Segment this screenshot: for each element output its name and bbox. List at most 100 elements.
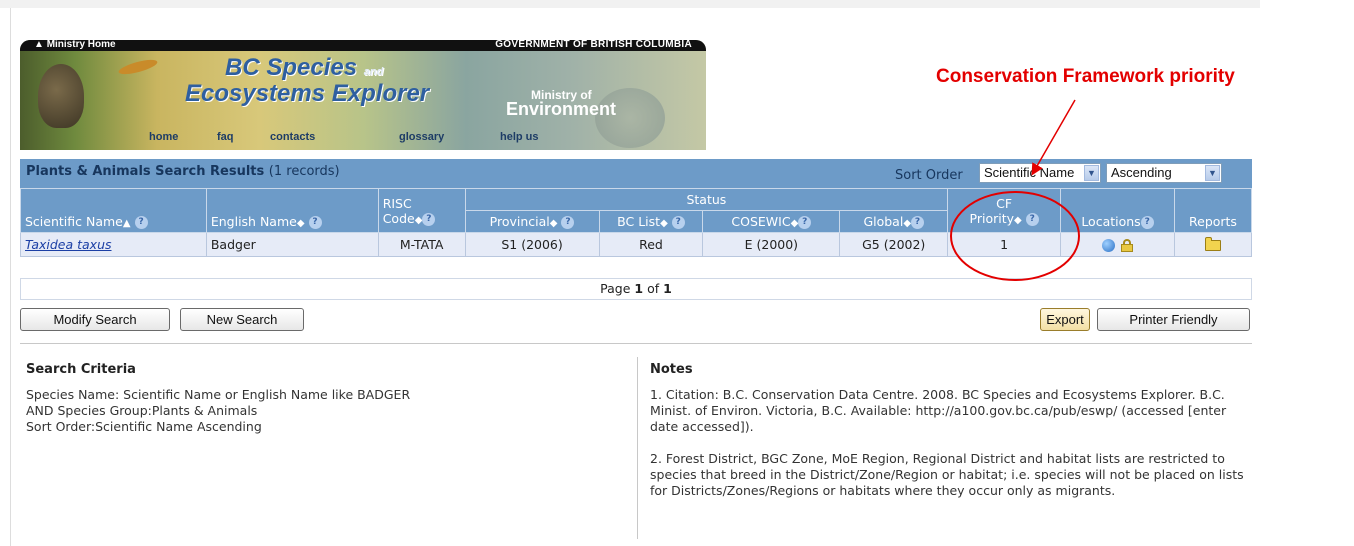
nav-contacts[interactable]: contacts [270,131,315,143]
sort-field-value: Scientific Name [984,165,1075,180]
help-icon[interactable]: ? [1140,216,1154,229]
sort-direction-value: Ascending [1111,165,1172,180]
notes-body: 1. Citation: B.C. Conservation Data Cent… [650,387,1250,515]
col-cf-priority[interactable]: CF Priority◆ ? [947,188,1062,233]
col-locations: Locations? [1060,188,1175,233]
cell-english-name: Badger [205,232,379,257]
help-icon[interactable]: ? [308,216,322,229]
note-item: 1. Citation: B.C. Conservation Data Cent… [650,387,1227,434]
col-locations-label: Locations [1081,214,1141,229]
marmot-image [38,64,84,128]
pager-of: of [647,281,660,296]
help-icon[interactable]: ? [671,216,685,229]
col-scientific-name[interactable]: Scientific Name▲ ? [20,188,207,233]
criteria-line: Sort Order:Scientific Name Ascending [26,419,262,434]
col-risc-top: RISC [382,195,412,211]
sort-both-icon: ◆ [549,218,558,229]
sort-both-icon: ◆ [660,218,668,229]
help-icon[interactable]: ? [911,216,925,229]
help-icon[interactable]: ? [1025,212,1039,226]
species-link[interactable]: Taxidea taxus [25,237,112,252]
help-icon[interactable]: ? [422,212,436,226]
nav-home[interactable]: home [149,131,178,143]
col-bc-list[interactable]: BC List◆ ? [598,210,704,233]
sort-up-icon: ▲ [122,218,131,229]
help-icon[interactable]: ? [134,216,148,229]
government-label: GOVERNMENT OF BRITISH COLUMBIA [495,40,692,50]
sort-both-icon: ◆ [1014,214,1022,226]
col-cosewic[interactable]: COSEWIC◆? [702,210,841,233]
pagination: Page 1 of 1 [20,278,1252,300]
note-item: 2. Forest District, BGC Zone, MoE Region… [650,451,1244,498]
col-provincial[interactable]: Provincial◆ ? [464,210,600,233]
chevron-down-icon: ▼ [1084,165,1099,181]
help-icon[interactable]: ? [798,216,812,229]
ministry-home-link[interactable]: ▲ Ministry Home [34,40,116,50]
col-reports: Reports [1173,188,1253,233]
divider [20,343,1252,344]
notes-title: Notes [650,362,693,377]
pager-prefix: Page [600,281,631,296]
col-risc-code[interactable]: RISC Code◆? [377,188,466,233]
pager-total: 1 [663,281,672,296]
col-english-name[interactable]: English Name◆ ? [205,188,379,233]
cell-cf-priority: 1 [947,232,1062,257]
sort-both-icon: ◆ [903,218,912,229]
sort-field-select[interactable]: Scientific Name ▼ [979,163,1101,183]
search-criteria-body: Species Name: Scientific Name or English… [26,387,410,435]
cell-locations [1060,232,1175,257]
search-criteria-title: Search Criteria [26,362,136,377]
sort-order-label: Sort Order [895,168,963,183]
cell-scientific-name: Taxidea taxus [20,232,207,257]
cell-cosewic: E (2000) [702,232,841,257]
col-bc-list-label: BC List [617,214,661,229]
lock-icon[interactable] [1121,239,1134,252]
folder-icon[interactable] [1204,237,1221,251]
title-species: BC Species [225,54,358,81]
col-global-label: Global [863,214,904,229]
chevron-down-icon: ▼ [1205,165,1220,181]
nav-glossary[interactable]: glossary [399,131,444,143]
status-group-header: Status [464,188,949,211]
results-title-text: Plants & Animals Search Results [26,164,265,179]
banner-title-line2: Ecosystems Explorer [185,80,430,107]
criteria-line: Species Name: Scientific Name or English… [26,387,411,402]
criteria-line: AND Species Group:Plants & Animals [26,403,258,418]
results-title: Plants & Animals Search Results (1 recor… [26,164,340,179]
title-and: and [363,66,384,78]
col-cf-bottom: Priority [969,210,1015,226]
col-risc-bottom: Code [382,210,415,226]
cell-risc-code: M-TATA [377,232,466,257]
top-strip [0,0,1260,8]
nav-faq[interactable]: faq [217,131,234,143]
pager-current: 1 [634,281,644,296]
col-cosewic-label: COSEWIC [731,214,791,229]
cell-provincial: S1 (2006) [464,232,600,257]
column-divider [637,357,638,539]
sort-direction-select[interactable]: Ascending ▼ [1106,163,1222,183]
col-provincial-label: Provincial [489,214,550,229]
col-cf-top: CF [996,195,1013,211]
results-count: (1 records) [268,164,340,179]
globe-icon[interactable] [1102,239,1116,252]
help-icon[interactable]: ? [561,216,575,229]
environment-label: Environment [506,99,617,119]
col-scientific-label: Scientific Name [25,214,123,229]
banner-title-line1: BC Species and [225,54,383,82]
results-table: Scientific Name▲ ? English Name◆ ? RISC C… [20,188,1253,257]
new-search-button[interactable]: New Search [180,308,304,331]
modify-search-button[interactable]: Modify Search [20,308,170,331]
header-row-1: Scientific Name▲ ? English Name◆ ? RISC C… [20,188,1253,233]
table-row: Taxidea taxus Badger M-TATA S1 (2006) Re… [20,232,1253,257]
sort-both-icon: ◆ [414,214,423,226]
sort-both-icon: ◆ [296,218,305,229]
export-button[interactable]: Export [1040,308,1090,331]
annotation-callout: Conservation Framework priority [936,66,1235,87]
nav-help-us[interactable]: help us [500,131,539,143]
site-banner: ▲ Ministry Home GOVERNMENT OF BRITISH CO… [20,40,706,150]
butterfly-image [117,56,159,78]
col-global[interactable]: Global◆? [839,210,949,233]
printer-friendly-button[interactable]: Printer Friendly [1097,308,1250,331]
cell-reports [1173,232,1253,257]
col-english-label: English Name [210,214,297,229]
